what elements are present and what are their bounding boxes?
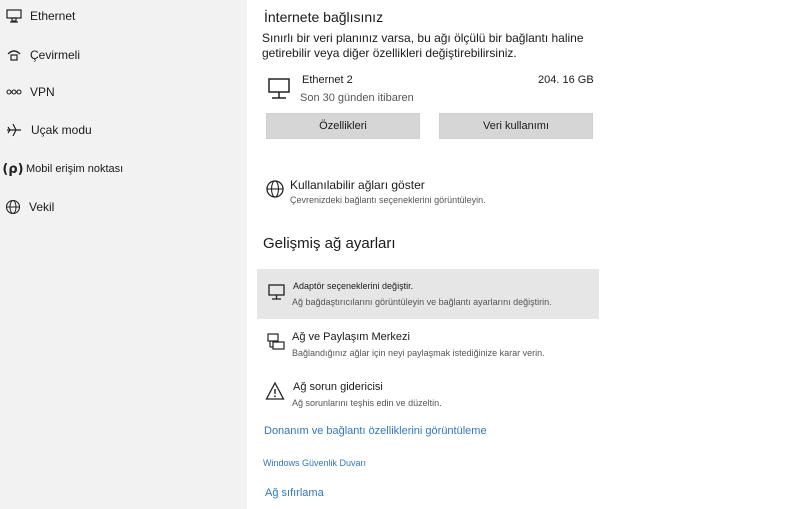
available-networks-subtitle: Çevrenizdeki bağlantı seçeneklerini görü… xyxy=(290,195,486,205)
network-troubleshooter-link[interactable]: Ağ sorun gidericisi xyxy=(293,381,383,393)
sidebar-item-mobile-hotspot[interactable]: (ρ) Mobil erişim noktası xyxy=(0,151,247,187)
sidebar: Ethernet Çevirmeli VPN Uçak modu (ρ) Mob… xyxy=(0,0,247,509)
sidebar-item-label: Çevirmeli xyxy=(30,48,81,62)
sidebar-item-ethernet[interactable]: Ethernet xyxy=(0,0,247,34)
sharing-center-icon xyxy=(266,332,286,352)
view-hardware-properties-link[interactable]: Donanım ve bağlantı özelliklerini görünt… xyxy=(264,425,487,437)
sidebar-item-label: Vekil xyxy=(29,200,55,214)
sidebar-item-dialup[interactable]: Çevirmeli xyxy=(0,37,247,73)
row-subtitle: Ağ bağdaştırıcılarını görüntüleyin ve ba… xyxy=(292,297,552,307)
warning-icon xyxy=(265,381,285,401)
main-content: İnternete bağlısınız Sınırlı bir veri pl… xyxy=(247,0,800,509)
properties-button[interactable]: Özellikleri xyxy=(266,113,420,139)
network-settings-page: Ethernet Çevirmeli VPN Uçak modu (ρ) Mob… xyxy=(0,0,800,509)
globe-icon xyxy=(4,198,22,216)
available-networks-icon xyxy=(265,179,285,199)
ethernet-icon xyxy=(5,7,23,25)
vpn-icon xyxy=(5,83,23,101)
sidebar-item-proxy[interactable]: Vekil xyxy=(0,189,247,225)
connection-status-title: İnternete bağlısınız xyxy=(264,9,384,25)
hotspot-icon: (ρ) xyxy=(2,161,24,177)
network-sharing-center-link[interactable]: Ağ ve Paylaşım Merkezi xyxy=(292,331,410,343)
adapter-icon xyxy=(267,282,287,302)
row-title: Adaptör seçeneklerini değiştir. xyxy=(293,281,414,291)
sidebar-item-airplane-mode[interactable]: Uçak modu xyxy=(0,112,247,148)
airplane-icon xyxy=(5,121,23,139)
connection-data-usage: 204. 16 GB xyxy=(538,74,594,86)
sidebar-item-label: Uçak modu xyxy=(31,123,92,137)
dialup-icon xyxy=(5,46,23,64)
ethernet-adapter-icon xyxy=(267,76,295,102)
sidebar-item-label: Mobil erişim noktası xyxy=(26,163,124,175)
show-available-networks-link[interactable]: Kullanılabilir ağları göster xyxy=(290,178,425,192)
windows-firewall-link[interactable]: Windows Güvenlik Duvarı xyxy=(263,458,366,468)
change-adapter-options-row[interactable]: Adaptör seçeneklerini değiştir. Ağ bağda… xyxy=(257,269,599,319)
sidebar-item-label: Ethernet xyxy=(30,9,76,23)
network-troubleshooter-subtitle: Ağ sorunlarını teşhis edin ve düzeltin. xyxy=(292,398,442,408)
data-usage-button[interactable]: Veri kullanımı xyxy=(439,113,593,139)
sidebar-item-vpn[interactable]: VPN xyxy=(0,74,247,110)
advanced-settings-heading: Gelişmiş ağ ayarları xyxy=(263,235,396,252)
connection-period: Son 30 günden itibaren xyxy=(300,92,414,104)
connection-name: Ethernet 2 xyxy=(302,74,353,86)
network-sharing-center-subtitle: Bağlandığınız ağlar için neyi paylaşmak … xyxy=(292,348,545,358)
sidebar-item-label: VPN xyxy=(30,85,55,99)
network-reset-link[interactable]: Ağ sıfırlama xyxy=(265,487,324,499)
connection-status-description: Sınırlı bir veri planınız varsa, bu ağı … xyxy=(262,31,584,60)
